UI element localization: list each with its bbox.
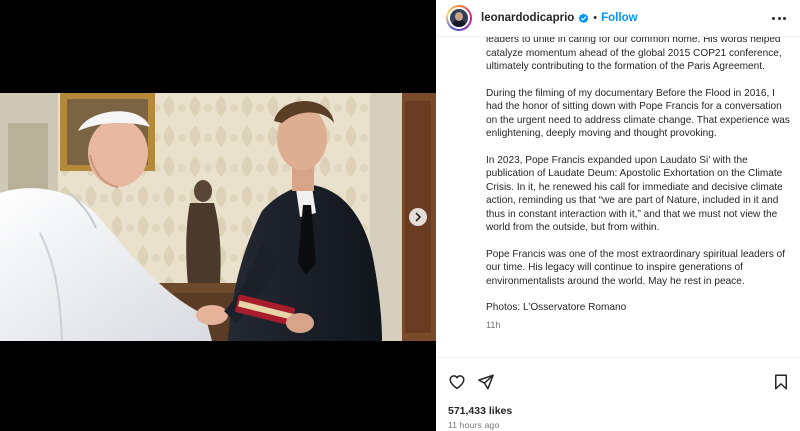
chevron-right-icon bbox=[415, 212, 421, 222]
username[interactable]: leonardodicaprio bbox=[481, 12, 574, 24]
caption-paragraph: leaders to unite in caring for our commo… bbox=[486, 37, 782, 72]
heart-icon[interactable] bbox=[448, 373, 466, 391]
post-timestamp[interactable]: 11 hours ago bbox=[448, 420, 499, 430]
avatar bbox=[448, 7, 470, 29]
caption-paragraph: In 2023, Pope Francis expanded upon Laud… bbox=[486, 154, 783, 234]
post-photo-image bbox=[0, 93, 436, 341]
post-media-pane bbox=[0, 0, 436, 431]
next-photo-button[interactable] bbox=[409, 208, 427, 226]
post-side-pane: leonardodicaprio • Follow leaders to uni… bbox=[436, 0, 800, 431]
caption: leaders to unite in caring for our commo… bbox=[486, 37, 792, 357]
more-options-icon[interactable] bbox=[772, 12, 786, 24]
post-photo[interactable] bbox=[0, 93, 436, 341]
follow-button[interactable]: Follow bbox=[601, 12, 637, 24]
action-bar: 571,433 likes 11 hours ago bbox=[436, 357, 800, 431]
caption-paragraph: Pope Francis was one of the most extraor… bbox=[486, 248, 786, 287]
verified-badge-icon bbox=[578, 12, 589, 24]
photo-credit: Photos: L’Osservatore Romano bbox=[486, 302, 627, 313]
story-ring[interactable] bbox=[446, 5, 472, 31]
send-icon[interactable] bbox=[477, 373, 495, 391]
bookmark-icon[interactable] bbox=[772, 373, 790, 391]
post-header: leonardodicaprio • Follow bbox=[436, 0, 800, 37]
likes-count[interactable]: 571,433 likes bbox=[448, 405, 512, 417]
caption-timestamp[interactable]: 11h bbox=[486, 319, 792, 333]
separator-dot: • bbox=[593, 12, 598, 24]
caption-paragraph: During the filming of my documentary Bef… bbox=[486, 87, 790, 140]
